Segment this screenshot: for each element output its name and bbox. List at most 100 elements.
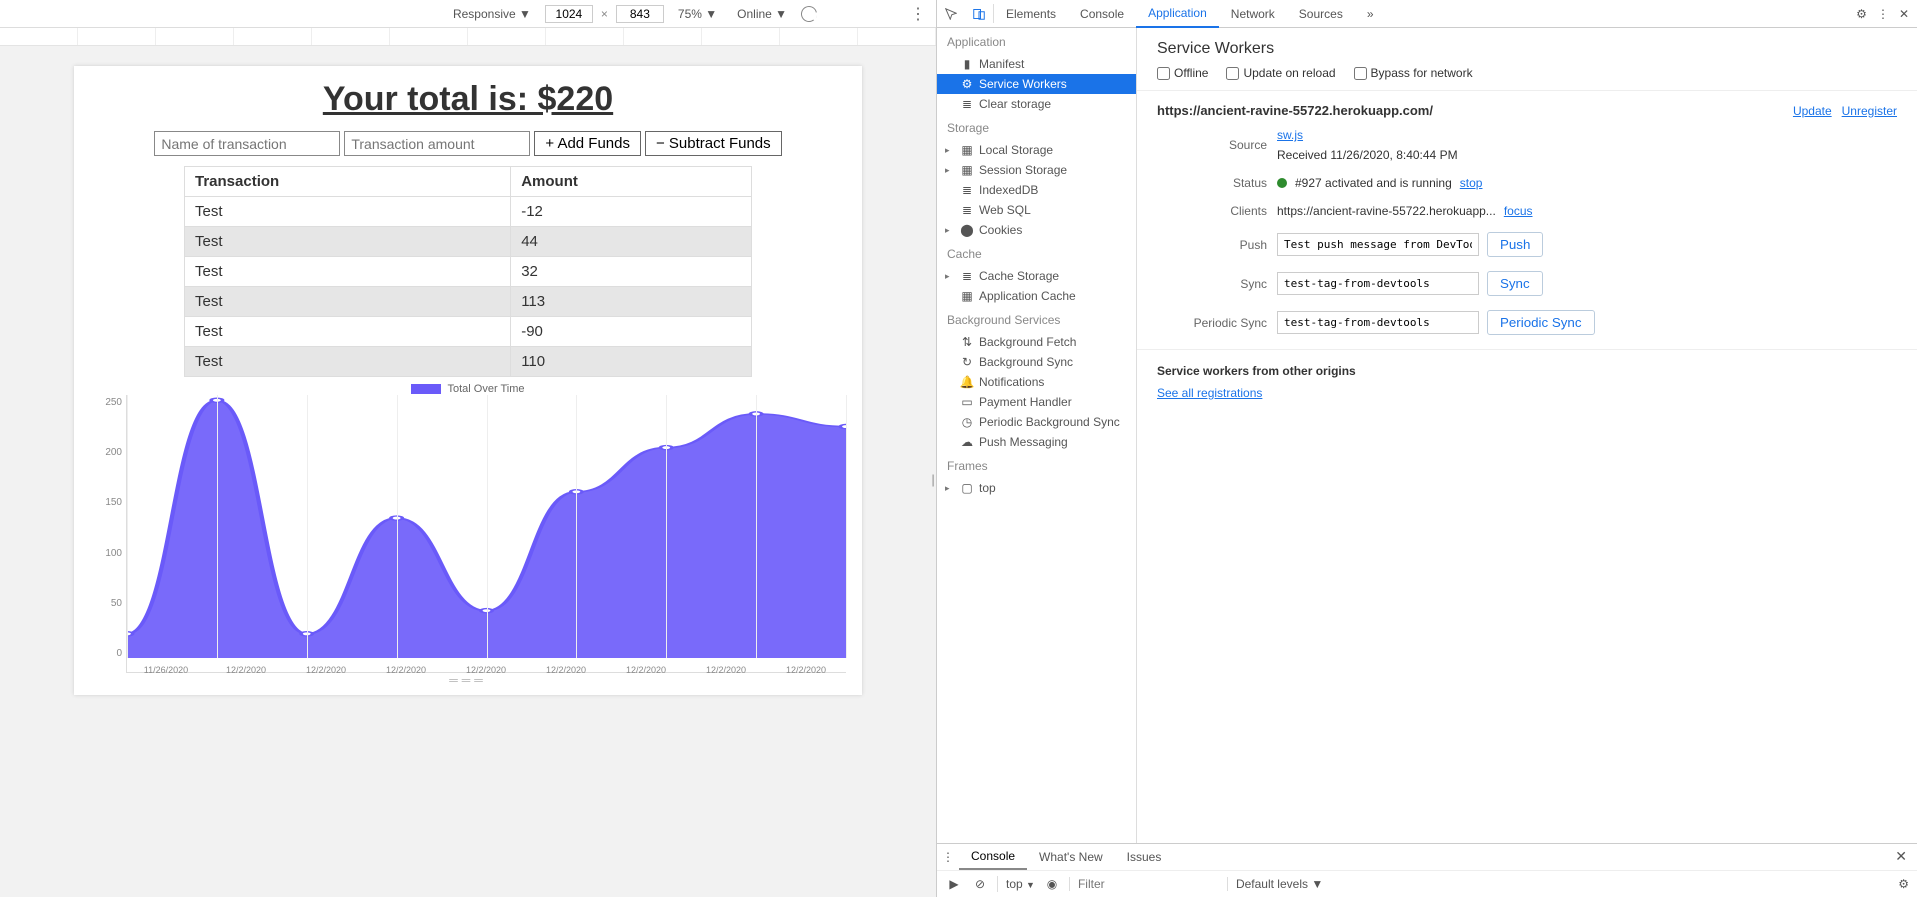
rotate-icon[interactable] [799,3,820,24]
dimension-separator: × [601,7,608,21]
th-amount: Amount [511,167,752,197]
sidebar-item-manifest[interactable]: ▮Manifest [937,54,1136,74]
close-devtools-icon[interactable]: ✕ [1899,7,1909,21]
sidebar-item-cache-storage[interactable]: ▸≣Cache Storage [937,266,1136,286]
device-toggle-icon[interactable] [965,0,993,27]
tab-elements[interactable]: Elements [994,0,1068,27]
cookie-icon: ⬤ [961,223,973,237]
gear-icon: ⚙ [961,77,973,91]
legend-swatch [411,384,441,394]
x-axis: 11/26/202012/2/202012/2/202012/2/202012/… [126,665,846,675]
inspect-icon[interactable] [937,0,965,27]
sidebar-item-notifications[interactable]: 🔔Notifications [937,372,1136,392]
sync-tag-input[interactable] [1277,272,1479,295]
sidebar-item-application-cache[interactable]: ▦ Application Cache [937,286,1136,306]
file-icon: ▮ [961,57,973,71]
label-status: Status [1157,176,1267,190]
resize-handle-right[interactable]: || [931,472,932,487]
devtools-menu-icon[interactable]: ⋮ [1877,7,1889,21]
tab-console[interactable]: Console [1068,0,1136,27]
sidebar-item-label: Application Cache [979,289,1076,303]
update-on-reload-checkbox[interactable]: Update on reload [1226,66,1335,80]
frame-icon: ▢ [961,481,973,495]
sidebar-item-top[interactable]: ▸▢top [937,478,1136,498]
sidebar-item-periodic-background-sync[interactable]: ◷Periodic Background Sync [937,412,1136,432]
offline-checkbox[interactable]: Offline [1157,66,1208,80]
db-icon: ≣ [961,183,973,197]
sidebar-item-local-storage[interactable]: ▸▦Local Storage [937,140,1136,160]
settings-icon[interactable]: ⚙ [1856,7,1867,21]
resize-handle-bottom[interactable]: ═══ [90,673,846,687]
sw-focus-link[interactable]: focus [1504,204,1533,218]
sidebar-group-frames: Frames [937,452,1136,478]
sidebar-item-clear-storage[interactable]: ≣Clear storage [937,94,1136,114]
see-all-registrations-link[interactable]: See all registrations [1157,386,1262,400]
sidebar-item-background-sync[interactable]: ↻Background Sync [937,352,1136,372]
device-menu-icon[interactable]: ⋮ [910,4,926,24]
log-levels-select[interactable]: Default levels ▼ [1227,877,1331,891]
periodic-sync-button[interactable]: Periodic Sync [1487,310,1595,335]
drawer-menu-icon[interactable]: ⋮ [937,850,959,864]
console-settings-icon[interactable]: ⚙ [1898,877,1909,891]
tab-sources[interactable]: Sources [1287,0,1355,27]
transaction-amount-input[interactable] [344,131,530,156]
transaction-name-input[interactable] [154,131,340,156]
device-width-input[interactable] [545,5,593,23]
subtract-funds-button[interactable]: − Subtract Funds [645,131,782,156]
sidebar-item-label: Notifications [979,375,1044,389]
sidebar-item-payment-handler[interactable]: ▭Payment Handler [937,392,1136,412]
sw-unregister-link[interactable]: Unregister [1842,104,1897,118]
throttle-select[interactable]: Online ▼ [731,6,793,22]
add-funds-button[interactable]: + Add Funds [534,131,641,156]
plot-area [126,395,846,673]
sync-button[interactable]: Sync [1487,271,1543,296]
close-drawer-icon[interactable]: ✕ [1885,848,1917,865]
console-play-icon[interactable]: ▶ [945,877,963,891]
page-title: Your total is: $220 [90,80,846,119]
drawer-tab-what-s-new[interactable]: What's New [1027,844,1115,870]
console-context-select[interactable]: top ▼ [1006,877,1035,891]
drawer-tab-issues[interactable]: Issues [1115,844,1174,870]
console-filter-input[interactable] [1078,877,1219,891]
console-drawer: ⋮ ConsoleWhat's NewIssues ✕ ▶ ⊘ top ▼ ◉ … [937,843,1917,897]
console-clear-icon[interactable]: ⊘ [971,877,989,891]
sw-update-link[interactable]: Update [1793,104,1832,118]
label-push: Push [1157,238,1267,252]
sidebar-group-application: Application [937,28,1136,54]
sidebar-item-push-messaging[interactable]: ☁Push Messaging [937,432,1136,452]
push-message-input[interactable] [1277,233,1479,256]
sidebar-item-cookies[interactable]: ▸⬤Cookies [937,220,1136,240]
sidebar-item-indexeddb[interactable]: ≣ IndexedDB [937,180,1136,200]
tab-network[interactable]: Network [1219,0,1287,27]
sidebar-item-label: Background Fetch [979,335,1076,349]
sidebar-item-service-workers[interactable]: ⚙Service Workers [937,74,1136,94]
drawer-tab-console[interactable]: Console [959,844,1027,870]
sw-client-url: https://ancient-ravine-55722.herokuapp..… [1277,204,1496,218]
eye-icon[interactable]: ◉ [1043,877,1061,891]
tabs-overflow[interactable]: » [1355,0,1386,27]
sidebar-item-label: Cookies [979,223,1022,237]
zoom-select[interactable]: 75% ▼ [672,6,723,22]
periodic-sync-tag-input[interactable] [1277,311,1479,334]
label-sync: Sync [1157,277,1267,291]
table-row: Test-12 [185,197,752,227]
sidebar-item-label: IndexedDB [979,183,1038,197]
tab-application[interactable]: Application [1136,0,1219,28]
bypass-network-checkbox[interactable]: Bypass for network [1354,66,1473,80]
cell-amount: 44 [511,227,752,257]
sw-stop-link[interactable]: stop [1460,176,1483,190]
sidebar-item-label: Web SQL [979,203,1031,217]
sidebar-item-web-sql[interactable]: ≣Web SQL [937,200,1136,220]
cell-transaction: Test [185,287,511,317]
grid-icon: ▦ [961,289,973,303]
sidebar-item-background-fetch[interactable]: ⇅Background Fetch [937,332,1136,352]
device-mode-select[interactable]: Responsive ▼ [447,6,537,22]
sw-source-link[interactable]: sw.js [1277,128,1458,142]
device-height-input[interactable] [616,5,664,23]
sidebar-item-session-storage[interactable]: ▸▦Session Storage [937,160,1136,180]
push-button[interactable]: Push [1487,232,1543,257]
cell-amount: -90 [511,317,752,347]
cell-amount: 32 [511,257,752,287]
th-transaction: Transaction [185,167,511,197]
table-row: Test113 [185,287,752,317]
